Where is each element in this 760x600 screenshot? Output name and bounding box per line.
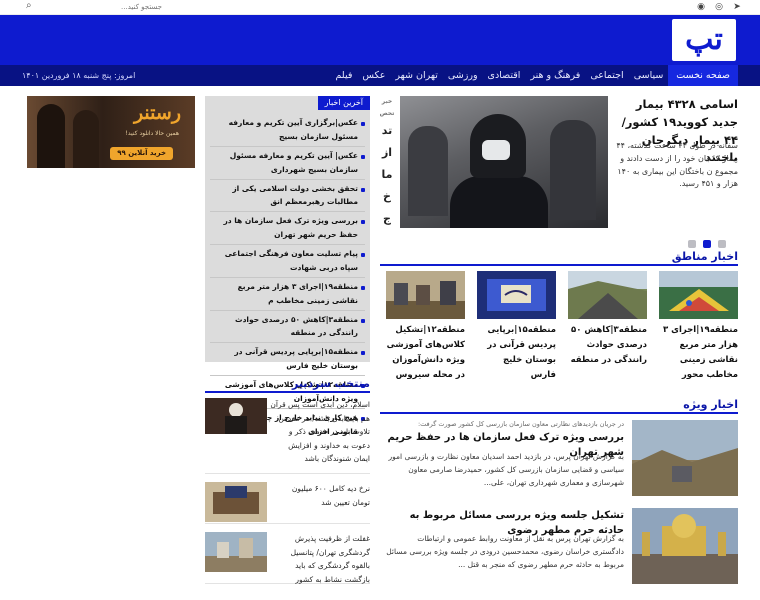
editor-pick-item[interactable]: غفلت از ظرفیت پذیرش گردشگری تهران/ پتانس…	[205, 532, 370, 584]
nav-item-home[interactable]: صفحه نخست	[668, 65, 738, 86]
rss-icon[interactable]: ◉	[696, 2, 706, 12]
editor-pick-image	[205, 482, 267, 522]
advertisement-banner[interactable]: رستنر همین حالا دانلود کنید! خرید آنلاین…	[27, 96, 195, 168]
editor-picks-list: اسلام، دین ابدی است پس قرآن هم باید ابدی…	[205, 398, 370, 592]
news-summary: به گزارش تهران پرس به نقل از معاونت رواب…	[386, 534, 624, 570]
ad-buy-button[interactable]: خرید آنلاین ۹۹	[110, 147, 173, 160]
slider-dot[interactable]	[688, 240, 696, 248]
lead-story-summary: سفانه در طول ۲۴ ساعت گذشته، ۴۴ بیمار ۱۹ج…	[616, 141, 738, 189]
region-card-image	[477, 271, 556, 319]
site-logo[interactable]: تپ	[672, 19, 736, 61]
special-news-item[interactable]: در جریان بازدید‌های نظارتی معاون سازمان …	[384, 420, 738, 504]
vertical-tab[interactable]: خبر	[376, 96, 398, 108]
search-input[interactable]	[22, 1, 162, 13]
region-card-image	[659, 271, 738, 319]
latest-news-item[interactable]: منطقه۱۵|برپایی پردیس قرآنی در بوستان خلی…	[210, 343, 365, 376]
ad-tagline: همین حالا دانلود کنید!	[125, 130, 180, 137]
ad-figure	[37, 104, 65, 168]
vertical-tab[interactable]: تد	[376, 120, 398, 142]
editor-pick-text[interactable]: اسلام، دین ابدی است پس قرآن هم باید ابدی…	[270, 398, 370, 466]
ad-figure	[73, 110, 99, 168]
nav-item-photo[interactable]: عکس	[357, 65, 390, 86]
search-icon[interactable]: ⌕	[26, 0, 32, 11]
editor-pick-image	[205, 532, 267, 572]
person-figure	[450, 176, 548, 228]
news-summary: به گزارش تهران پرس، در بازدید احمد اسدیا…	[388, 452, 625, 488]
nav-item-tehran[interactable]: تهران شهر	[390, 65, 442, 86]
news-image	[632, 508, 738, 584]
news-image	[632, 420, 738, 496]
editor-picks-header: منتخب سردبیر	[205, 377, 370, 393]
latest-news-header: آخرین اخبار	[205, 96, 370, 110]
nav-item-social[interactable]: اجتماعی	[585, 65, 628, 86]
editor-picks-heading[interactable]: منتخب سردبیر	[292, 377, 370, 390]
latest-news-item[interactable]: پیام تسلیت معاون فرهنگی اجتماعی سپاه درب…	[210, 245, 365, 278]
lead-story-image[interactable]	[400, 96, 608, 228]
nav-item-politics[interactable]: سیاسی	[629, 65, 669, 86]
regions-section-header: اخبار مناطق	[380, 250, 738, 266]
latest-news-item[interactable]: منطقه۳|کاهش ۵۰ درصدی حوادث رانندگی در من…	[210, 311, 365, 344]
editor-pick-text[interactable]: غفلت از ظرفیت پذیرش گردشگری تهران/ پتانس…	[272, 532, 370, 586]
logo-text: تپ	[685, 22, 723, 57]
region-card-caption: منطقه۱۹|اجرای ۳ هزار متر مربع نقاشی زمین…	[663, 325, 738, 380]
vertical-tab-strip: خبر تحص تد از ما خ ج	[376, 96, 398, 232]
social-icons: ◉ ◎ ➤	[696, 2, 742, 12]
region-card-image	[386, 271, 465, 319]
regions-heading[interactable]: اخبار مناطق	[672, 250, 738, 263]
main-navigation: صفحه نخست سیاسی اجتماعی فرهنگ و هنر اقتص…	[0, 65, 760, 86]
region-card-image	[568, 271, 647, 319]
region-card-caption: منطقه۱۵|برپایی پردیس قرآنی در بوستان خلی…	[487, 325, 556, 380]
special-heading[interactable]: اخبار ویژه	[683, 398, 738, 411]
editor-pick-text[interactable]: نرخ دیه کامل ۶۰۰ میلیون تومان تعیین شد	[272, 482, 370, 509]
editor-pick-image	[205, 398, 267, 434]
face-mask	[482, 140, 510, 160]
site-header: تپ	[0, 15, 760, 65]
latest-news-item[interactable]: عکس|برگزاری آیین تکریم و معارفه مسئول سا…	[210, 114, 365, 147]
slider-dot[interactable]	[718, 240, 726, 248]
nav-item-culture[interactable]: فرهنگ و هنر	[525, 65, 585, 86]
background-person	[550, 120, 596, 220]
region-card-caption: منطقه۳|کاهش ۵۰ درصدی حوادث رانندگی در من…	[570, 325, 647, 365]
region-card[interactable]: منطقه۳|کاهش ۵۰ درصدی حوادث رانندگی در من…	[568, 271, 647, 391]
vertical-tab[interactable]: تحص	[376, 108, 398, 120]
editor-pick-item[interactable]: اسلام، دین ابدی است پس قرآن هم باید ابدی…	[205, 398, 370, 474]
region-card[interactable]: منطقه۱۵|برپایی پردیس قرآنی در بوستان خلی…	[477, 271, 556, 391]
latest-news-item[interactable]: بررسی ویژه ترک فعل سازمان ها در حفظ حریم…	[210, 212, 365, 245]
latest-news-list: عکس|برگزاری آیین تکریم و معارفه مسئول سا…	[205, 110, 370, 436]
ad-brand: رستنر	[133, 102, 181, 124]
vertical-tab[interactable]: ما	[376, 164, 398, 186]
region-card-caption: منطقه۱۲|تشکیل کلاس‌های آموزشی ویژه دانش‌…	[386, 325, 465, 380]
nav-item-sports[interactable]: ورزشی	[443, 65, 483, 86]
special-news-item[interactable]: تشکیل جلسه ویژه بررسی مسائل مربوط به حاد…	[384, 508, 738, 598]
latest-news-tab[interactable]: آخرین اخبار	[317, 96, 370, 110]
latest-news-item[interactable]: عکس| آیین تکریم و معارفه مسئول سازمان بس…	[210, 147, 365, 180]
special-section-header: اخبار ویژه	[380, 398, 738, 414]
region-card[interactable]: منطقه۱۲|تشکیل کلاس‌های آموزشی ویژه دانش‌…	[386, 271, 465, 391]
slider-dot-active[interactable]	[703, 240, 711, 248]
news-kicker: در جریان بازدید‌های نظارتی معاون سازمان …	[417, 420, 624, 428]
background-person	[408, 126, 448, 216]
current-date: امروز: پنج شنبه ۱۸ فروردین ۱۴۰۱	[22, 71, 136, 80]
vertical-tab[interactable]: از	[376, 142, 398, 164]
region-news-cards: منطقه۱۹|اجرای ۳ هزار متر مربع نقاشی زمین…	[386, 271, 738, 391]
vertical-tab[interactable]: ج	[376, 208, 398, 230]
vertical-tab[interactable]: خ	[376, 186, 398, 208]
latest-news-item[interactable]: منطقه۱۹|اجرای ۳ هزار متر مربع نقاشی زمین…	[210, 278, 365, 311]
editor-pick-item[interactable]: نرخ دیه کامل ۶۰۰ میلیون تومان تعیین شد	[205, 482, 370, 524]
instagram-icon[interactable]: ◎	[714, 2, 724, 12]
telegram-icon[interactable]: ➤	[732, 2, 742, 12]
nav-item-economy[interactable]: اقتصادی	[483, 65, 526, 86]
region-card[interactable]: منطقه۱۹|اجرای ۳ هزار متر مربع نقاشی زمین…	[659, 271, 738, 391]
nav-item-video[interactable]: فیلم	[330, 65, 357, 86]
latest-news-item[interactable]: تحقق بخشی دولت اسلامی یکی از مطالبات رهب…	[210, 180, 365, 213]
top-bar: ◉ ◎ ➤ ⌕	[0, 0, 760, 15]
slider-dots	[688, 240, 726, 248]
